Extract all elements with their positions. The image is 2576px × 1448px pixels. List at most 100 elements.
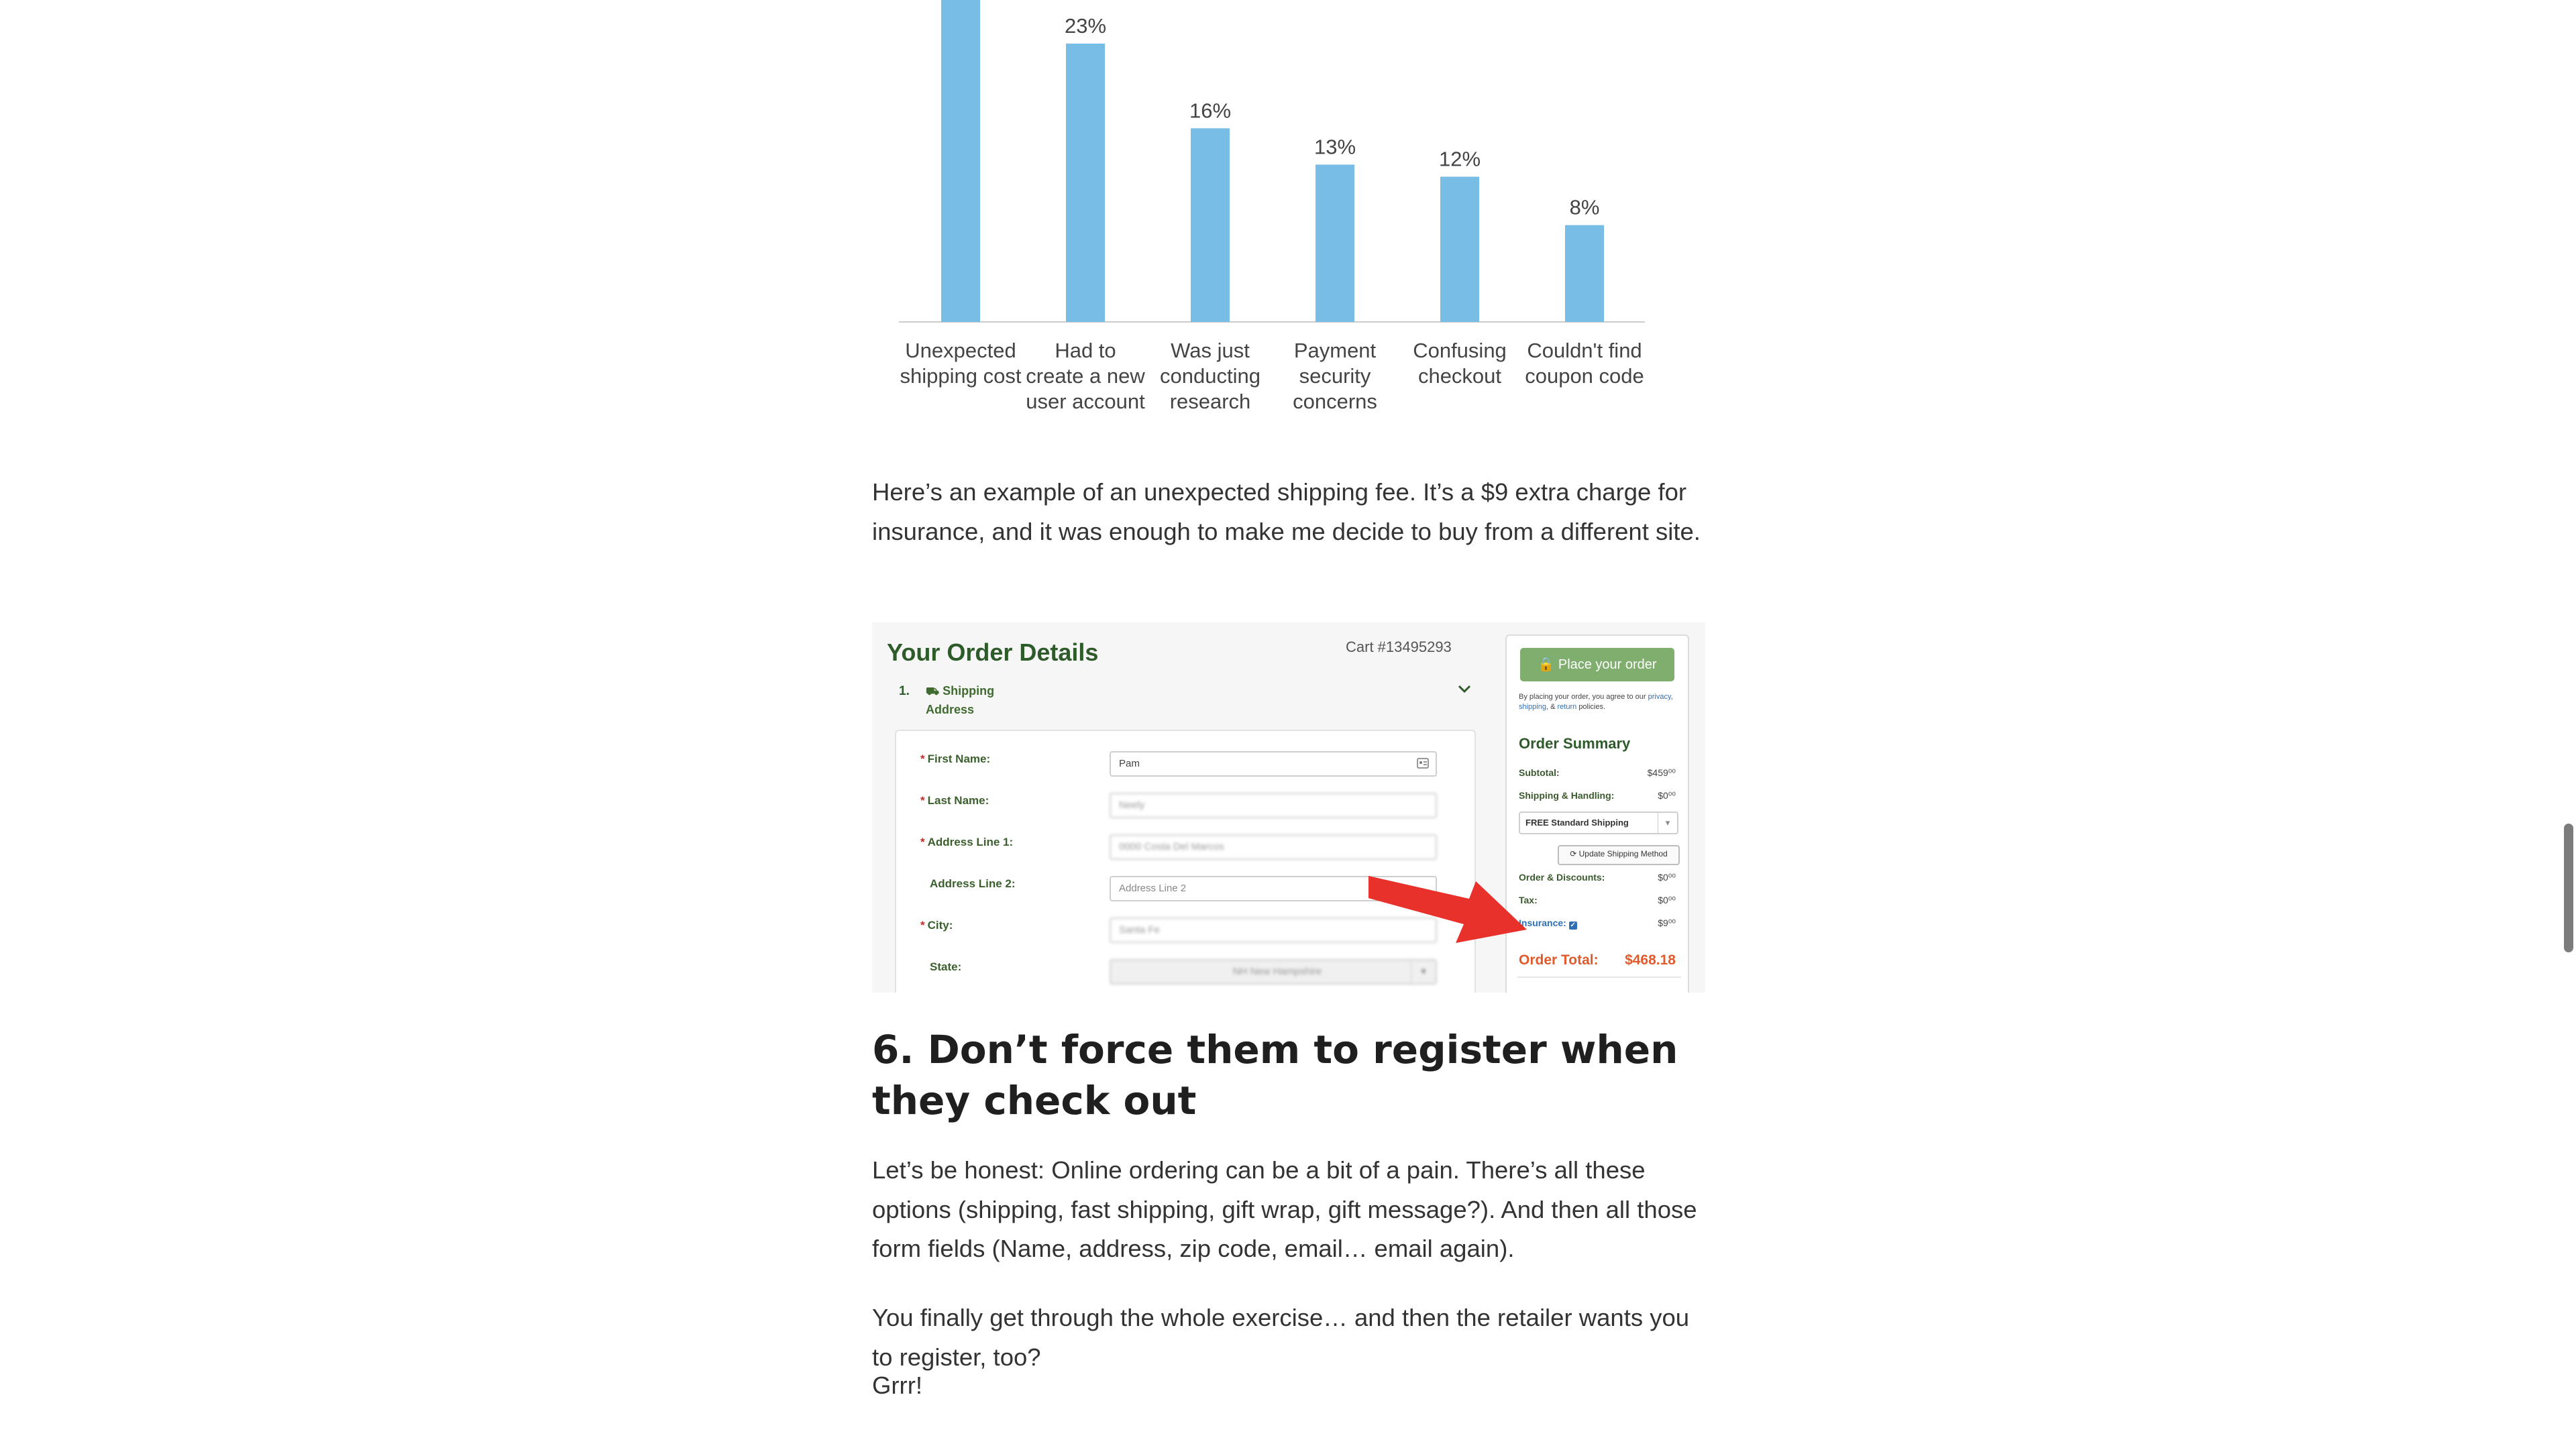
bar-value-label-1: 23% — [1065, 14, 1106, 38]
paragraph-grrr: Grrr! — [872, 1372, 922, 1399]
field-input-5[interactable]: NH New Hampshire ▾ — [1110, 959, 1437, 985]
required-marker: * — [920, 753, 925, 765]
policy-suffix: policies. — [1578, 703, 1606, 711]
field-value-1: Neely — [1119, 799, 1145, 811]
required-marker: * — [920, 794, 925, 807]
category-label-4-line-1: checkout — [1418, 364, 1501, 388]
bar-0 — [941, 0, 980, 323]
category-label-1-line-1: create a new — [1026, 364, 1145, 388]
order-total-label: Order Total: — [1519, 952, 1599, 968]
shipping-value: $0⁰⁰ — [1658, 790, 1676, 801]
field-value-4: Santa Fe — [1119, 924, 1160, 936]
field-label-text-4: City: — [927, 919, 953, 932]
category-label-2-line-2: research — [1170, 390, 1251, 413]
required-marker: * — [920, 919, 925, 932]
cart-number: Cart #13495293 — [1346, 638, 1452, 655]
dropdown-arrow-icon: ▾ — [1658, 813, 1677, 833]
field-input-1[interactable]: Neely — [1110, 793, 1437, 818]
category-label-3-line-1: security — [1299, 364, 1371, 388]
required-marker: * — [920, 836, 925, 848]
step-label-line1: Shipping — [943, 684, 995, 698]
shipping-label: Shipping & Handling: — [1519, 790, 1615, 801]
step-label-line2: Address — [926, 703, 975, 716]
insurance-line: Insurance: ✓ $9⁰⁰ — [1519, 917, 1680, 930]
discounts-label: Order & Discounts: — [1519, 872, 1605, 883]
order-title: Your Order Details — [887, 638, 1099, 666]
field-value-3: Address Line 2 — [1119, 883, 1187, 894]
policy-prefix: By placing your order, you agree to our — [1519, 693, 1646, 701]
field-label-5: State: — [920, 960, 961, 974]
tax-value: $0⁰⁰ — [1658, 895, 1676, 905]
field-label-4: * City: — [920, 919, 953, 932]
shipping-link[interactable]: shipping — [1519, 703, 1546, 711]
category-label-5-line-1: coupon code — [1525, 364, 1644, 388]
category-label-1-line-2: user account — [1026, 390, 1145, 413]
category-label-2-line-1: conducting — [1160, 364, 1260, 388]
bar-value-label-3: 13% — [1314, 135, 1356, 158]
field-input-0[interactable]: Pam — [1110, 751, 1437, 777]
scrollbar-thumb[interactable] — [2564, 824, 2573, 952]
step-number: 1. — [899, 684, 910, 698]
step-label: ⛟ Shipping Address — [926, 682, 994, 718]
discounts-value: $0⁰⁰ — [1658, 872, 1676, 883]
bar-2 — [1191, 128, 1230, 322]
category-label-0-line-0: Unexpected — [905, 339, 1016, 362]
bar-5 — [1565, 225, 1604, 322]
bar-1 — [1066, 44, 1105, 322]
form-row-1: * Last Name: Neely — [896, 787, 1474, 821]
section-heading: 6. Don’t force them to register when the… — [872, 1027, 1678, 1123]
category-label-4-line-0: Confusing — [1413, 339, 1507, 362]
chevron-down-icon — [1458, 685, 1471, 693]
policy-note: By placing your order, you agree to our … — [1519, 693, 1673, 711]
field-label-text-3: Address Line 2: — [930, 877, 1016, 890]
field-label-0: * First Name: — [920, 753, 990, 766]
order-total-value: $468.18 — [1625, 952, 1676, 968]
field-label-text-2: Address Line 1: — [927, 836, 1014, 848]
order-details-screenshot: Your Order Details Cart #13495293 1. ⛟ S… — [872, 622, 1705, 993]
field-label-text-5: State: — [930, 960, 962, 973]
privacy-link[interactable]: privacy — [1648, 693, 1671, 701]
field-label-text-1: Last Name: — [927, 794, 989, 807]
paragraph-register-too: You finally get through the whole exerci… — [872, 1304, 1690, 1371]
category-label-3-line-0: Payment — [1294, 339, 1377, 362]
dropdown-arrow-icon: ▾ — [1411, 960, 1436, 983]
shipping-method-select[interactable]: FREE Standard Shipping ▾ — [1519, 812, 1678, 834]
field-input-2[interactable]: 0000 Costa Del Marcos — [1110, 834, 1437, 860]
bar-3 — [1316, 164, 1354, 322]
shipping-option: FREE Standard Shipping — [1525, 818, 1629, 828]
return-link[interactable]: return — [1558, 703, 1577, 711]
order-summary-panel: 🔒 Place your order By placing your order… — [1505, 634, 1689, 993]
contact-card-icon[interactable] — [1417, 758, 1429, 769]
place-order-button[interactable]: 🔒 Place your order — [1520, 648, 1674, 681]
field-value-2: 0000 Costa Del Marcos — [1119, 841, 1224, 852]
field-label-3: Address Line 2: — [920, 877, 1016, 891]
subtotal-value: $459⁰⁰ — [1647, 767, 1676, 778]
abandonment-bar-chart: Unexpected shipping cost 23% Had to create a… — [865, 0, 1724, 429]
bar-value-label-4: 12% — [1439, 147, 1481, 170]
summary-title: Order Summary — [1519, 735, 1631, 752]
red-arrow-icon — [1368, 876, 1527, 943]
form-row-5: State: NH New Hampshire ▾ — [896, 954, 1474, 987]
category-label-5-line-0: Couldn't find — [1527, 339, 1642, 362]
bar-4 — [1440, 176, 1479, 322]
order-total-line: Order Total: $468.18 — [1519, 952, 1680, 968]
bar-value-label-5: 8% — [1570, 196, 1600, 219]
field-value-5: NH New Hampshire — [1232, 966, 1322, 977]
field-label-1: * Last Name: — [920, 794, 989, 807]
update-shipping-button[interactable]: ⟳ Update Shipping Method — [1558, 845, 1680, 865]
field-label-text-0: First Name: — [927, 753, 991, 765]
shipping-line: Shipping & Handling: $0⁰⁰ — [1519, 790, 1680, 801]
form-row-0: * First Name: Pam — [896, 746, 1474, 779]
paragraph-online-ordering: Let’s be honest: Online ordering can be … — [872, 1156, 1697, 1262]
category-label-1-line-0: Had to — [1055, 339, 1116, 362]
field-value-0: Pam — [1119, 758, 1140, 769]
subtotal-label: Subtotal: — [1519, 767, 1560, 778]
insurance-value: $9⁰⁰ — [1658, 917, 1676, 928]
discounts-line: Order & Discounts: $0⁰⁰ — [1519, 872, 1680, 883]
paragraph-shipping-fee-example: Here’s an example of an unexpected shipp… — [872, 478, 1701, 545]
field-label-2: * Address Line 1: — [920, 836, 1013, 849]
category-label-0-line-1: shipping cost — [900, 364, 1022, 388]
insurance-checkbox-icon[interactable]: ✓ — [1568, 922, 1577, 930]
subtotal-line: Subtotal: $459⁰⁰ — [1519, 767, 1680, 778]
total-divider — [1517, 977, 1681, 978]
